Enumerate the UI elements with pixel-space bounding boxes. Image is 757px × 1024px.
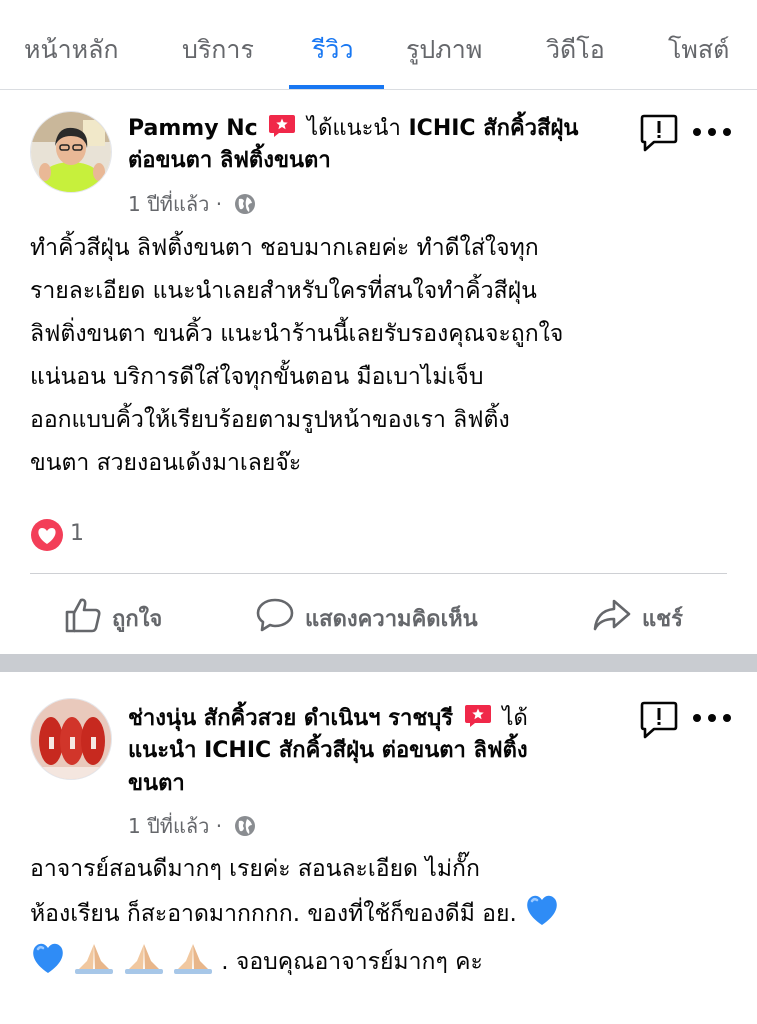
page-name[interactable]: ICHIC สักคิ้วสีฝุ่น xyxy=(408,116,578,141)
pray-emoji xyxy=(75,944,114,974)
review-text-line: รายละเอียด แนะนำเลยสำหรับใครที่สนใจทำคิ้… xyxy=(30,278,537,304)
timestamp[interactable]: 1 ปีที่แล้ว xyxy=(128,814,209,838)
review-text-line: ห้องเรียน ก็สะอาดมากกกก. ของที่ใช้ก็ของด… xyxy=(30,892,560,936)
tab-services[interactable]: บริการ xyxy=(182,30,254,70)
author-name[interactable]: Pammy Nc xyxy=(128,116,258,141)
review-text-line: ขนตา สวยงอนเด้งมาเลยจ๊ะ xyxy=(30,450,302,476)
recommend-icon xyxy=(269,115,296,137)
review-text-line: ทำคิ้วสีฝุ่น ลิฟติ้งขนตา ชอบมากเลยค่ะ ทำ… xyxy=(30,235,539,261)
heart-icon[interactable] xyxy=(30,518,64,552)
avatar[interactable] xyxy=(30,111,112,193)
divider xyxy=(30,573,727,574)
thumbs-up-icon xyxy=(65,598,101,633)
review-text: ห้องเรียน ก็สะอาดมากกกก. ของที่ใช้ก็ของด… xyxy=(30,901,517,927)
review-header: Pammy Nc ได้แนะนำ ICHIC สักคิ้วสีฝุ่น xyxy=(128,113,578,145)
comment-label: แสดงความคิดเห็น xyxy=(305,607,478,632)
report-icon[interactable] xyxy=(639,113,679,155)
review-card: ช่างนุ่น สักคิ้วสวย ดำเนินฯ ราชบุรี ได้ … xyxy=(0,672,757,1024)
tab-posts[interactable]: โพสต์ xyxy=(668,30,729,70)
globe-icon xyxy=(235,194,256,214)
comment-button[interactable]: แสดงความคิดเห็น xyxy=(255,596,478,636)
share-button[interactable]: แชร์ xyxy=(592,596,683,636)
avatar-image xyxy=(31,112,111,192)
page-name[interactable]: แนะนำ ICHIC สักคิ้วสีฝุ่น ต่อขนตา ลิฟติ้… xyxy=(128,735,528,767)
recommend-icon xyxy=(464,705,491,727)
card-separator xyxy=(0,654,757,672)
page-name-continued[interactable]: ขนตา xyxy=(128,768,185,800)
tab-home[interactable]: หน้าหลัก xyxy=(24,30,119,70)
more-icon[interactable] xyxy=(690,126,734,138)
review-text-line: . จอบคุณอาจารย์มากๆ คะ xyxy=(30,940,483,984)
review-header: ช่างนุ่น สักคิ้วสวย ดำเนินฯ ราชบุรี ได้ xyxy=(128,703,528,735)
review-meta: 1 ปีที่แล้ว · xyxy=(128,188,256,220)
page-name-continued[interactable]: ต่อขนตา ลิฟติ้งขนตา xyxy=(128,145,331,177)
review-text-line: อาจารย์สอนดีมากๆ เรยค่ะ สอนละเอียด ไม่กั… xyxy=(30,856,480,882)
pray-emoji xyxy=(173,944,212,974)
tab-videos[interactable]: วิดีโอ xyxy=(546,30,605,70)
avatar[interactable] xyxy=(30,698,112,780)
globe-icon xyxy=(235,816,256,836)
comment-icon xyxy=(256,598,294,632)
tab-photos[interactable]: รูปภาพ xyxy=(406,30,482,70)
review-text-line: แน่นอน บริการดีใส่ใจทุกขั้นตอน มือเบาไม่… xyxy=(30,364,484,390)
page-tabs: หน้าหลัก บริการ รีวิว รูปภาพ วิดีโอ โพสต… xyxy=(0,0,757,90)
active-tab-indicator xyxy=(289,85,384,89)
pray-emoji xyxy=(124,944,163,974)
recommend-text: ได้แนะนำ xyxy=(307,116,401,141)
like-button[interactable]: ถูกใจ xyxy=(64,596,162,636)
share-icon xyxy=(593,599,631,631)
review-card: Pammy Nc ได้แนะนำ ICHIC สักคิ้วสีฝุ่น ต่… xyxy=(0,91,757,654)
recommend-text: ได้ xyxy=(502,706,528,731)
avatar-image xyxy=(31,699,111,779)
review-text: . จอบคุณอาจารย์มากๆ คะ xyxy=(221,949,483,975)
review-text-line: ออกแบบคิ้วให้เรียบร้อยตามรูปหน้าของเรา ล… xyxy=(30,407,510,433)
review-text-line: ลิฟติ่งขนตา ขนคิ้ว แนะนำร้านนี้เลยรับรอง… xyxy=(30,321,564,347)
review-meta: 1 ปีที่แล้ว · xyxy=(128,810,256,842)
like-label: ถูกใจ xyxy=(112,607,163,632)
author-name[interactable]: ช่างนุ่น สักคิ้วสวย ดำเนินฯ ราชบุรี xyxy=(128,706,453,731)
tab-reviews[interactable]: รีวิว xyxy=(312,30,354,70)
reaction-count[interactable]: 1 xyxy=(70,521,84,546)
blue-heart-emoji xyxy=(33,943,63,973)
share-label: แชร์ xyxy=(642,607,683,632)
blue-heart-emoji xyxy=(527,895,557,925)
more-icon[interactable] xyxy=(690,712,734,724)
timestamp[interactable]: 1 ปีที่แล้ว xyxy=(128,192,209,216)
report-icon[interactable] xyxy=(639,700,679,742)
